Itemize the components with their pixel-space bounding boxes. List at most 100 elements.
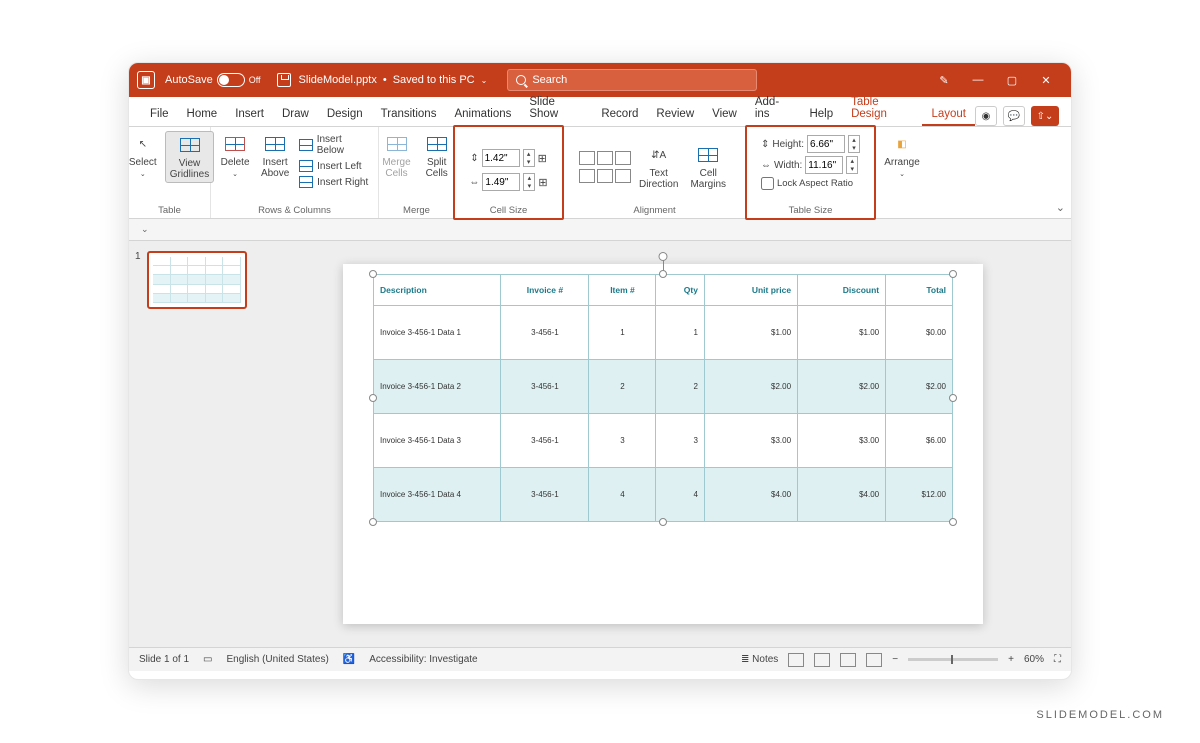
normal-view-button[interactable] <box>788 653 804 667</box>
table-cell[interactable]: 4 <box>589 468 656 522</box>
table-cell[interactable]: 1 <box>656 306 704 360</box>
tab-table-design[interactable]: Table Design <box>842 90 922 126</box>
share-button[interactable]: ⇧⌄ <box>1031 106 1059 126</box>
table-cell[interactable]: $12.00 <box>886 468 953 522</box>
table-header[interactable]: Discount <box>798 275 886 306</box>
tab-file[interactable]: File <box>141 102 178 126</box>
tab-animations[interactable]: Animations <box>445 102 520 126</box>
notes-icon[interactable]: ▭ <box>203 654 212 665</box>
insert-above-button[interactable]: Insert Above <box>257 131 293 181</box>
zoom-out-button[interactable]: − <box>892 654 898 665</box>
thumbnail-1[interactable]: 1 <box>137 251 247 309</box>
slide-indicator[interactable]: Slide 1 of 1 <box>139 654 189 665</box>
table-cell[interactable]: 3-456-1 <box>501 360 589 414</box>
pen-icon[interactable]: ✎ <box>927 63 961 97</box>
arrange-button[interactable]: ◧ Arrange ⌄ <box>880 131 924 180</box>
table-cell[interactable]: 3 <box>656 414 704 468</box>
table-cell[interactable]: $2.00 <box>886 360 953 414</box>
delete-button[interactable]: Delete ⌄ <box>217 131 253 180</box>
table-cell[interactable]: Invoice 3-456-1 Data 4 <box>374 468 501 522</box>
align-right-button[interactable] <box>615 151 631 165</box>
select-button[interactable]: ↖ Select ⌄ <box>128 131 161 180</box>
col-width-input[interactable]: ⇔ ▴▾ ⊞ <box>469 173 547 191</box>
align-center-button[interactable] <box>597 151 613 165</box>
collapse-ribbon-button[interactable]: ⌄ <box>1056 201 1065 214</box>
zoom-value[interactable]: 60% <box>1024 654 1044 665</box>
record-mode-button[interactable]: ◉ <box>975 106 997 126</box>
rotate-handle[interactable] <box>659 252 668 261</box>
table-cell[interactable]: $4.00 <box>798 468 886 522</box>
table-cell[interactable]: Invoice 3-456-1 Data 3 <box>374 414 501 468</box>
table-header[interactable]: Total <box>886 275 953 306</box>
notes-button[interactable]: ≣ Notes <box>741 654 778 665</box>
save-icon[interactable] <box>277 73 291 87</box>
table-cell[interactable]: Invoice 3-456-1 Data 2 <box>374 360 501 414</box>
zoom-in-button[interactable]: + <box>1008 654 1014 665</box>
tab-transitions[interactable]: Transitions <box>372 102 446 126</box>
tab-design[interactable]: Design <box>318 102 372 126</box>
resize-handle-w[interactable] <box>369 394 377 402</box>
table-cell[interactable]: $3.00 <box>798 414 886 468</box>
insert-below-button[interactable]: Insert Below <box>297 133 372 157</box>
table-cell[interactable]: $3.00 <box>704 414 797 468</box>
chevron-down-icon[interactable]: ⌄ <box>481 76 488 85</box>
resize-handle-s[interactable] <box>659 518 667 526</box>
tab-view[interactable]: View <box>703 102 746 126</box>
row-height-input[interactable]: ⇕ ▴▾ ⊞ <box>470 149 547 167</box>
table-header[interactable]: Unit price <box>704 275 797 306</box>
table-cell[interactable]: 2 <box>589 360 656 414</box>
sorter-view-button[interactable] <box>814 653 830 667</box>
tab-draw[interactable]: Draw <box>273 102 318 126</box>
tab-slideshow[interactable]: Slide Show <box>520 90 592 126</box>
table-cell[interactable]: 3-456-1 <box>501 306 589 360</box>
accessibility-status[interactable]: Accessibility: Investigate <box>369 654 477 665</box>
insert-left-button[interactable]: Insert Left <box>297 159 372 173</box>
table-header[interactable]: Description <box>374 275 501 306</box>
table-height-input[interactable]: ⇕ Height: ▴▾ <box>761 135 860 153</box>
split-cells-button[interactable]: Split Cells <box>419 131 455 181</box>
close-button[interactable]: ✕ <box>1029 63 1063 97</box>
tab-record[interactable]: Record <box>592 102 647 126</box>
resize-handle-nw[interactable] <box>369 270 377 278</box>
table-row[interactable]: Invoice 3-456-1 Data 43-456-144$4.00$4.0… <box>374 468 953 522</box>
resize-handle-n[interactable] <box>659 270 667 278</box>
selected-table[interactable]: DescriptionInvoice #Item #QtyUnit priceD… <box>373 274 953 522</box>
resize-handle-sw[interactable] <box>369 518 377 526</box>
maximize-button[interactable]: ▢ <box>995 63 1029 97</box>
comments-button[interactable]: 💬 <box>1003 106 1025 126</box>
view-gridlines-button[interactable]: View Gridlines <box>165 131 214 183</box>
tab-help[interactable]: Help <box>800 102 842 126</box>
cell-margins-button[interactable]: Cell Margins <box>686 142 730 192</box>
align-middle-button[interactable] <box>597 169 613 183</box>
table-cell[interactable]: 4 <box>656 468 704 522</box>
minimize-button[interactable]: — <box>961 63 995 97</box>
tab-review[interactable]: Review <box>647 102 703 126</box>
table-cell[interactable]: $1.00 <box>704 306 797 360</box>
tab-home[interactable]: Home <box>178 102 227 126</box>
table-header[interactable]: Invoice # <box>501 275 589 306</box>
text-direction-button[interactable]: ⇵A Text Direction <box>635 142 682 192</box>
table-width-input[interactable]: ⇔ Width: ▴▾ <box>761 156 858 174</box>
distribute-rows-icon[interactable]: ⊞ <box>538 152 547 165</box>
table-row[interactable]: Invoice 3-456-1 Data 13-456-111$1.00$1.0… <box>374 306 953 360</box>
table-cell[interactable]: 3-456-1 <box>501 414 589 468</box>
table-header[interactable]: Item # <box>589 275 656 306</box>
search-input[interactable]: Search <box>507 69 757 91</box>
tab-layout[interactable]: Layout <box>922 102 975 126</box>
distribute-cols-icon[interactable]: ⊞ <box>538 176 547 189</box>
table-cell[interactable]: Invoice 3-456-1 Data 1 <box>374 306 501 360</box>
autosave-toggle[interactable]: AutoSave Off <box>165 73 261 87</box>
table-cell[interactable]: $0.00 <box>886 306 953 360</box>
table-cell[interactable]: 3 <box>589 414 656 468</box>
insert-right-button[interactable]: Insert Right <box>297 175 372 189</box>
table-header[interactable]: Qty <box>656 275 704 306</box>
tab-addins[interactable]: Add-ins <box>746 90 801 126</box>
qat-dropdown[interactable]: ⌄ <box>141 224 149 235</box>
table-cell[interactable]: $6.00 <box>886 414 953 468</box>
slide-canvas[interactable]: DescriptionInvoice #Item #QtyUnit priceD… <box>255 241 1071 647</box>
zoom-slider[interactable] <box>908 658 998 661</box>
table-cell[interactable]: 2 <box>656 360 704 414</box>
align-top-button[interactable] <box>579 169 595 183</box>
slideshow-view-button[interactable] <box>866 653 882 667</box>
table-row[interactable]: Invoice 3-456-1 Data 33-456-133$3.00$3.0… <box>374 414 953 468</box>
